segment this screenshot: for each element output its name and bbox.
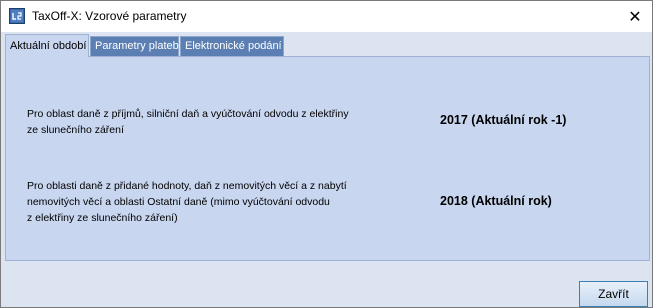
label-line: Pro oblast daně z příjmů, silniční daň a… bbox=[27, 108, 349, 120]
income-tax-period-value: 2017 (Aktuální rok -1) bbox=[440, 113, 567, 127]
vat-period-label: Pro oblasti daně z přidané hodnoty, daň … bbox=[27, 178, 347, 226]
label-line: ze slunečního záření bbox=[27, 124, 124, 136]
tab-parametry-plateb[interactable]: Parametry plateb bbox=[90, 36, 179, 56]
tab-elektronicke-podani[interactable]: Elektronické podání bbox=[180, 36, 284, 56]
dialog-footer: Zavřít bbox=[1, 265, 652, 307]
income-tax-period-label: Pro oblast daně z příjmů, silniční daň a… bbox=[27, 106, 349, 138]
tab-label: Parametry plateb bbox=[95, 40, 179, 52]
label-line: Pro oblasti daně z přidané hodnoty, daň … bbox=[27, 180, 347, 192]
close-button[interactable]: Zavřít bbox=[579, 281, 648, 307]
tab-label: Aktuální období bbox=[10, 40, 87, 52]
tab-label: Elektronické podání bbox=[185, 40, 282, 52]
label-line: nemovitých věcí a oblasti Ostatní daně (… bbox=[27, 196, 330, 208]
title-bar: TaxOff-X: Vzorové parametry ✕ bbox=[1, 1, 652, 32]
tab-aktualni-obdobi[interactable]: Aktuální období bbox=[5, 34, 89, 57]
vat-period-value: 2018 (Aktuální rok) bbox=[440, 194, 552, 208]
window-title: TaxOff-X: Vzorové parametry bbox=[32, 9, 187, 23]
label-line: z elektřiny ze slunečního záření) bbox=[27, 212, 178, 224]
close-window-button[interactable]: ✕ bbox=[618, 1, 652, 32]
tab-strip: Aktuální období Parametry plateb Elektro… bbox=[5, 34, 650, 57]
app-logo-icon bbox=[9, 8, 25, 24]
close-icon: ✕ bbox=[628, 8, 642, 26]
dialog-window: TaxOff-X: Vzorové parametry ✕ Aktuální o… bbox=[0, 0, 653, 308]
tab-panel-aktualni-obdobi: Pro oblast daně z příjmů, silniční daň a… bbox=[5, 56, 650, 261]
